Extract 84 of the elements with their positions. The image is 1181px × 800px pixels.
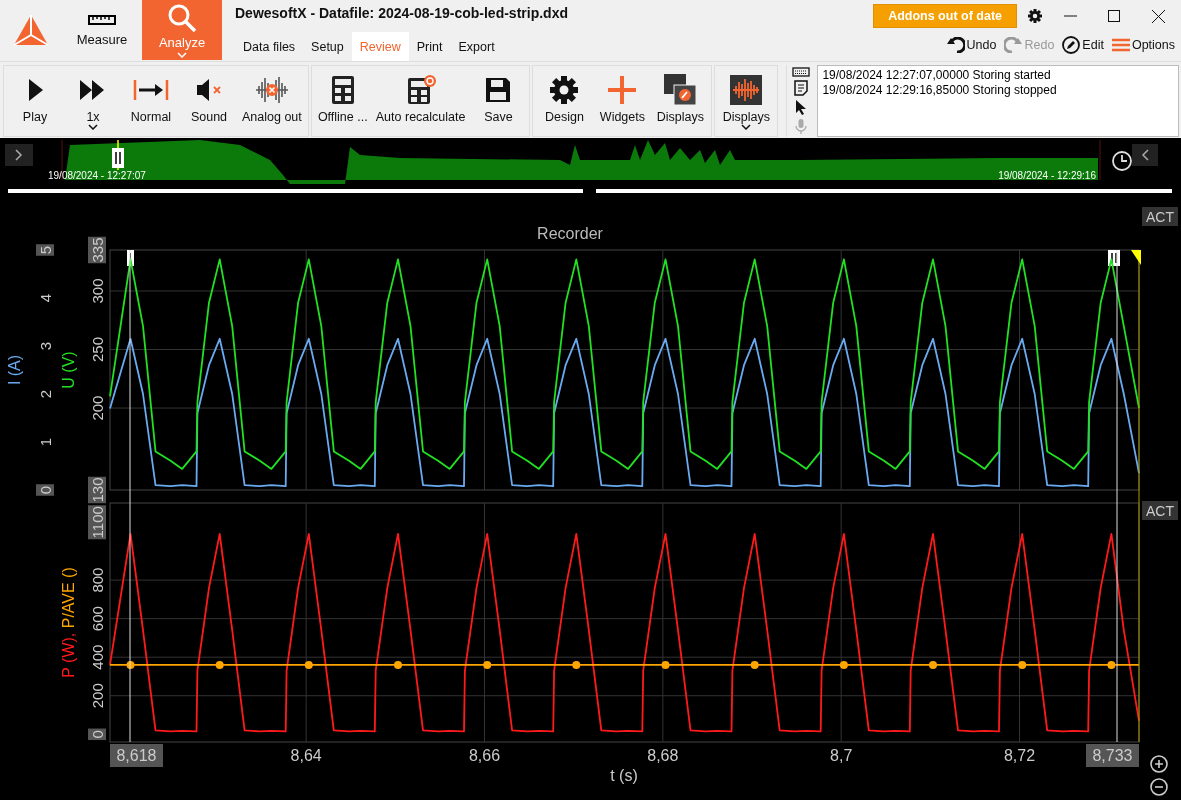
cursor-value: 8,733	[1086, 744, 1139, 767]
x-tick-label: 8,72	[1003, 747, 1036, 764]
tab[interactable]: Print	[408, 32, 451, 61]
x-tick-label: 8,7	[830, 747, 853, 764]
x-axis-title: t (s)	[610, 767, 638, 784]
y-tick-label: 400	[88, 644, 106, 670]
window-title: DewesoftX - Datafile: 2024-08-19-cob-led-strip.dxd	[235, 5, 569, 23]
toolbar-button[interactable]: Edit	[1062, 36, 1104, 54]
keyboard-icon[interactable]	[792, 67, 811, 77]
y-tick-label: 130	[88, 476, 106, 504]
logo-icon	[12, 12, 50, 49]
log-entry: 19/08/2024 12:27:07,00000 Storing started	[822, 68, 1052, 83]
toolbar-button[interactable]: Undo	[946, 37, 997, 53]
windows-icon	[663, 73, 698, 107]
x-tick-label: 8,68	[647, 747, 679, 764]
y-tick-label: 0	[36, 484, 54, 496]
act-label[interactable]: ACT	[1142, 501, 1178, 520]
y-tick-label: 4	[36, 293, 54, 303]
minimize-icon[interactable]	[1063, 15, 1077, 17]
y-tick-label: 1100	[88, 505, 106, 540]
scroll-right-button[interactable]	[5, 144, 33, 166]
tab[interactable]: Data files	[235, 32, 304, 61]
search-icon	[167, 2, 197, 33]
toolbar-button[interactable]: Analog out	[238, 66, 306, 136]
y-tick-label: 0	[88, 728, 106, 741]
log-entry: 19/08/2024 12:29:16,85000 Storing stopped	[822, 83, 1058, 98]
toolbar-button[interactable]: Save	[469, 66, 528, 136]
triangle-marker[interactable]	[1131, 250, 1141, 265]
cursor-icon[interactable]	[795, 99, 808, 115]
toolbar-button[interactable]: Design	[535, 66, 594, 136]
toolbar-button[interactable]: Play	[6, 66, 64, 136]
note-icon[interactable]	[794, 80, 809, 96]
zoom-out-icon[interactable]	[1150, 778, 1168, 796]
act-label[interactable]: ACT	[1142, 207, 1178, 226]
x-tick-label: 8,64	[290, 747, 322, 764]
undo-icon	[946, 37, 965, 53]
menu-icon	[1111, 38, 1130, 52]
end-time: 19/08/2024 - 12:29:16	[998, 170, 1096, 181]
cursor-marker[interactable]	[127, 250, 134, 266]
toolbar-button[interactable]: Options	[1111, 38, 1175, 52]
clock-icon[interactable]	[1112, 151, 1132, 171]
pencil-icon	[1062, 36, 1081, 54]
tab[interactable]: Export	[450, 32, 503, 61]
toolbar-button[interactable]: Widgets	[593, 66, 652, 136]
start-time: 19/08/2024 - 12:27:07	[48, 170, 146, 181]
y-tick-label: 300	[88, 278, 106, 304]
y-tick-label: 200	[88, 683, 106, 709]
ruler-icon	[88, 13, 116, 26]
y-tick-label: 200	[88, 395, 106, 421]
close-icon[interactable]	[1151, 9, 1165, 23]
chart-title: Recorder	[537, 225, 603, 242]
scroll-bar[interactable]	[8, 189, 583, 193]
toolbar-button[interactable]: Normal	[122, 66, 180, 136]
maximize-icon[interactable]	[1108, 10, 1120, 22]
gear-icon	[548, 74, 581, 106]
y-tick-label: 800	[88, 567, 106, 593]
redo-icon	[1004, 37, 1023, 53]
toolbar-button[interactable]: Offline ...	[313, 66, 372, 136]
y-tick-label: 600	[88, 606, 106, 632]
y-tick-label: 250	[88, 337, 106, 363]
settings-icon[interactable]	[1027, 8, 1043, 24]
scroll-bar[interactable]	[596, 189, 1172, 193]
waveform-icon	[253, 74, 290, 106]
y-tick-label: 335	[88, 236, 106, 264]
toolbar-button[interactable]: Sound	[180, 66, 238, 136]
x-tick-label: 8,66	[468, 747, 501, 764]
axis-title: I (A)	[5, 354, 23, 386]
y-tick-label: 3	[36, 341, 54, 351]
toolbar-button[interactable]: 1x	[64, 66, 122, 136]
tab[interactable]: Setup	[303, 32, 352, 61]
plus-icon	[606, 74, 639, 106]
axis-title: U (V)	[59, 351, 77, 389]
caret-icon	[177, 51, 187, 58]
y-tick-label: 1	[36, 437, 54, 447]
zoom-in-icon[interactable]	[1150, 755, 1168, 773]
toolbar-button[interactable]: Displays	[651, 66, 710, 136]
cursor-value: 8,618	[110, 744, 163, 767]
axis-title: P (W), P/AVE ()	[59, 567, 77, 678]
mode-button[interactable]: Measure	[62, 0, 142, 60]
y-tick-label: 5	[36, 244, 54, 256]
signal-display-icon	[729, 74, 764, 106]
cursor-marker[interactable]	[112, 148, 124, 168]
toolbar-button[interactable]: Auto recalculate	[371, 66, 470, 136]
y-tick-label: 2	[36, 389, 54, 399]
